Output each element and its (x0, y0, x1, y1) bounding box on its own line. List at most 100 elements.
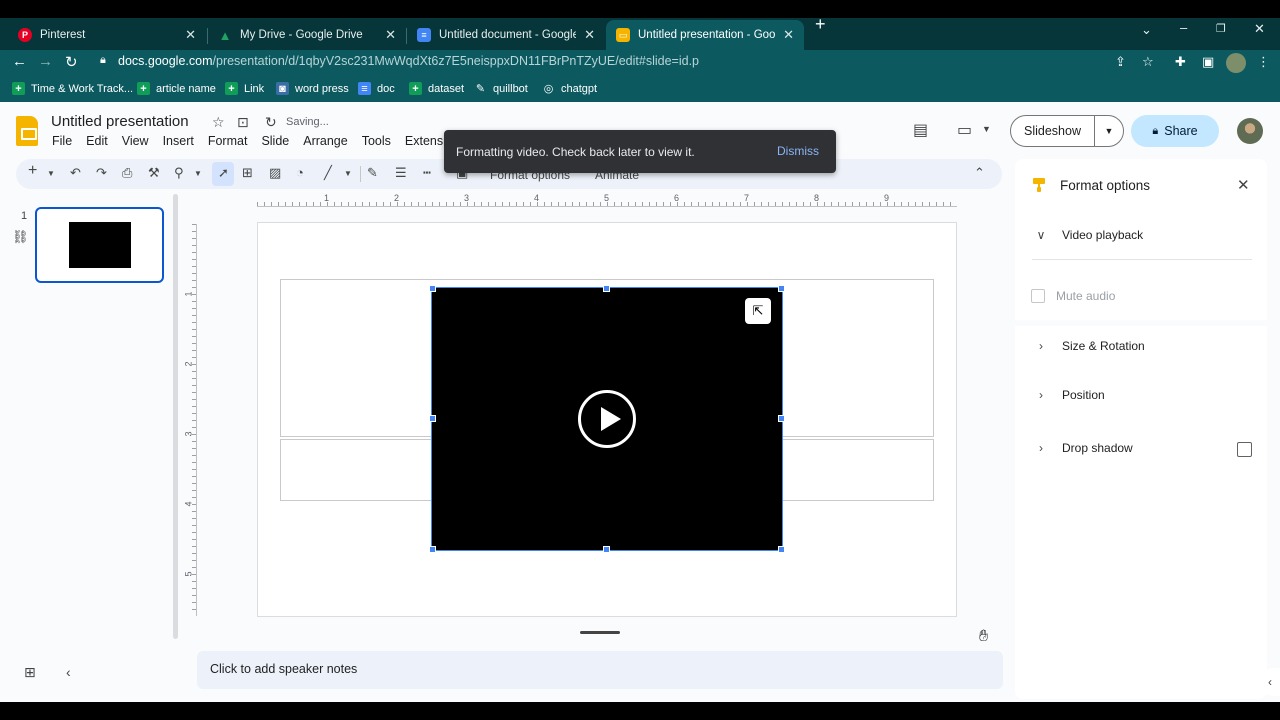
slide-thumbnail[interactable] (35, 207, 164, 283)
bookmark-link[interactable]: + Link (225, 82, 264, 95)
slideshow-button[interactable]: Slideshow (1011, 116, 1095, 146)
play-icon[interactable] (578, 390, 636, 448)
undo-icon[interactable]: ↶ (70, 165, 81, 181)
presentation-title[interactable]: Untitled presentation (51, 113, 189, 130)
dismiss-button[interactable]: Dismiss (777, 144, 819, 158)
new-tab-icon[interactable]: + (815, 14, 826, 35)
share-label: Share (1164, 124, 1198, 138)
sync-status-icon[interactable]: ↻ (265, 114, 277, 131)
tab-google-slides[interactable]: ▭ Untitled presentation - Google Sl ✕ (606, 20, 804, 50)
resize-handle[interactable] (778, 285, 785, 292)
bookmark-quillbot[interactable]: ✎ quillbot (474, 82, 528, 96)
close-tab-icon[interactable]: ✕ (185, 27, 196, 43)
back-arrow-icon[interactable]: ← (12, 53, 27, 70)
line-icon[interactable]: ╱ (324, 165, 332, 181)
side-panel-icon[interactable]: ▣ (1202, 54, 1214, 70)
bookmark-word-press[interactable]: ◙ word press (276, 82, 349, 95)
share-page-icon[interactable]: ⇪ (1115, 54, 1126, 70)
extensions-puzzle-icon[interactable]: ✚ (1175, 54, 1186, 70)
bookmark-article-name[interactable]: + article name (137, 82, 216, 95)
restore-icon[interactable]: ❐ (1216, 22, 1226, 35)
url-field[interactable]: docs.google.com/presentation/d/1qbyV2sc2… (118, 54, 699, 68)
zoom-icon[interactable]: ⚲ (174, 165, 184, 181)
section-size-rotation[interactable]: › Size & Rotation (1032, 339, 1145, 353)
slides-logo-icon[interactable] (16, 116, 38, 146)
section-drop-shadow[interactable]: › Drop shadow (1032, 441, 1133, 455)
line-dropdown-icon[interactable]: ▼ (344, 169, 352, 178)
share-button[interactable]: 🔒︎ Share (1131, 115, 1219, 147)
section-position[interactable]: › Position (1032, 388, 1105, 402)
menu-edit[interactable]: Edit (86, 134, 108, 148)
meet-camera-icon[interactable]: ▭ (957, 120, 972, 140)
menu-format[interactable]: Format (208, 134, 248, 148)
lock-icon[interactable]: 🔒︎ (100, 54, 106, 67)
resize-handle[interactable] (778, 415, 785, 422)
menu-slide[interactable]: Slide (261, 134, 289, 148)
comments-icon[interactable]: ▤ (913, 120, 928, 140)
mute-audio-option[interactable]: Mute audio (1031, 289, 1115, 303)
resize-handle[interactable] (429, 546, 436, 553)
bookmark-dataset[interactable]: + dataset (409, 82, 464, 95)
paint-format-icon[interactable]: ⚒ (148, 165, 160, 181)
redo-icon[interactable]: ↷ (96, 165, 107, 181)
star-icon[interactable]: ☆ (212, 114, 225, 131)
slideshow-dropdown-icon[interactable]: ▼ (1095, 126, 1123, 136)
collapse-toolbar-icon[interactable]: ⌃ (974, 165, 985, 181)
drop-shadow-checkbox[interactable] (1237, 442, 1252, 457)
tab-pinterest[interactable]: P Pinterest ✕ (8, 20, 206, 50)
resize-handle[interactable] (603, 285, 610, 292)
bookmark-time-work[interactable]: + Time & Work Track... (12, 82, 133, 95)
insert-image-icon[interactable]: ▨ (269, 165, 281, 181)
text-box-icon[interactable]: ⊞ (242, 165, 253, 181)
browser-menu-icon[interactable]: ⋮ (1257, 54, 1270, 70)
border-color-icon[interactable]: ✎ (367, 165, 378, 181)
section-video-playback[interactable]: ∨ Video playback (1032, 228, 1144, 242)
menu-file[interactable]: File (52, 134, 72, 148)
bookmark-star-icon[interactable]: ☆ (1142, 54, 1154, 70)
menu-arrange[interactable]: Arrange (303, 134, 347, 148)
collapse-filmstrip-icon[interactable]: ‹ (66, 664, 71, 680)
close-window-icon[interactable]: ✕ (1254, 21, 1265, 37)
print-icon[interactable]: ⎙ (122, 165, 132, 181)
notes-resize-handle[interactable] (580, 631, 620, 634)
resize-handle[interactable] (778, 546, 785, 553)
account-avatar[interactable] (1237, 118, 1263, 144)
menu-tools[interactable]: Tools (362, 134, 391, 148)
grid-view-icon[interactable]: ⊞ (24, 664, 36, 681)
close-icon[interactable]: ✕ (1237, 176, 1250, 194)
filmstrip-scrollbar[interactable] (173, 194, 178, 639)
chevron-down-icon[interactable]: ▼ (982, 124, 991, 134)
new-slide-layout-icon[interactable]: ▼ (47, 169, 55, 178)
bookmark-doc[interactable]: ≡ doc (358, 82, 395, 95)
new-slide-icon[interactable]: + (28, 162, 37, 180)
minimize-icon[interactable]: – (1180, 20, 1187, 35)
tab-google-docs[interactable]: ≡ Untitled document - Google Doc ✕ (407, 20, 605, 50)
speaker-notes[interactable]: Click to add speaker notes (197, 651, 1003, 689)
border-weight-icon[interactable]: ☰ (395, 165, 407, 181)
tab-google-drive[interactable]: ▲ My Drive - Google Drive ✕ (208, 20, 406, 50)
close-tab-icon[interactable]: ✕ (385, 27, 396, 43)
resize-handle[interactable] (603, 546, 610, 553)
resize-handle[interactable] (429, 285, 436, 292)
google-slides-icon: ▭ (616, 28, 630, 42)
vertical-ruler[interactable] (185, 224, 197, 616)
close-tab-icon[interactable]: ✕ (584, 27, 595, 43)
menu-insert[interactable]: Insert (163, 134, 194, 148)
section-label: Position (1062, 388, 1105, 402)
border-dash-icon[interactable]: ┅ (423, 165, 431, 181)
select-cursor-icon[interactable]: ➚ (218, 165, 229, 181)
browser-profile-avatar[interactable] (1226, 53, 1246, 73)
bookmark-chatgpt[interactable]: ◎ chatgpt (542, 82, 597, 96)
resize-handle[interactable] (429, 415, 436, 422)
zoom-dropdown-icon[interactable]: ▼ (194, 169, 202, 178)
reload-icon[interactable]: ↻ (65, 53, 78, 71)
side-panel-toggle-icon[interactable]: ‹ (1260, 668, 1280, 696)
shape-icon[interactable]: ◔ (296, 165, 304, 180)
mute-audio-checkbox[interactable] (1031, 289, 1045, 303)
move-folder-icon[interactable]: ⊡ (237, 114, 249, 131)
open-external-icon[interactable]: ⇱ (745, 298, 771, 324)
menu-view[interactable]: View (122, 134, 149, 148)
close-tab-icon[interactable]: ✕ (783, 27, 794, 43)
forward-arrow-icon[interactable]: → (38, 53, 53, 70)
tab-search-icon[interactable]: ⌄ (1141, 22, 1152, 38)
